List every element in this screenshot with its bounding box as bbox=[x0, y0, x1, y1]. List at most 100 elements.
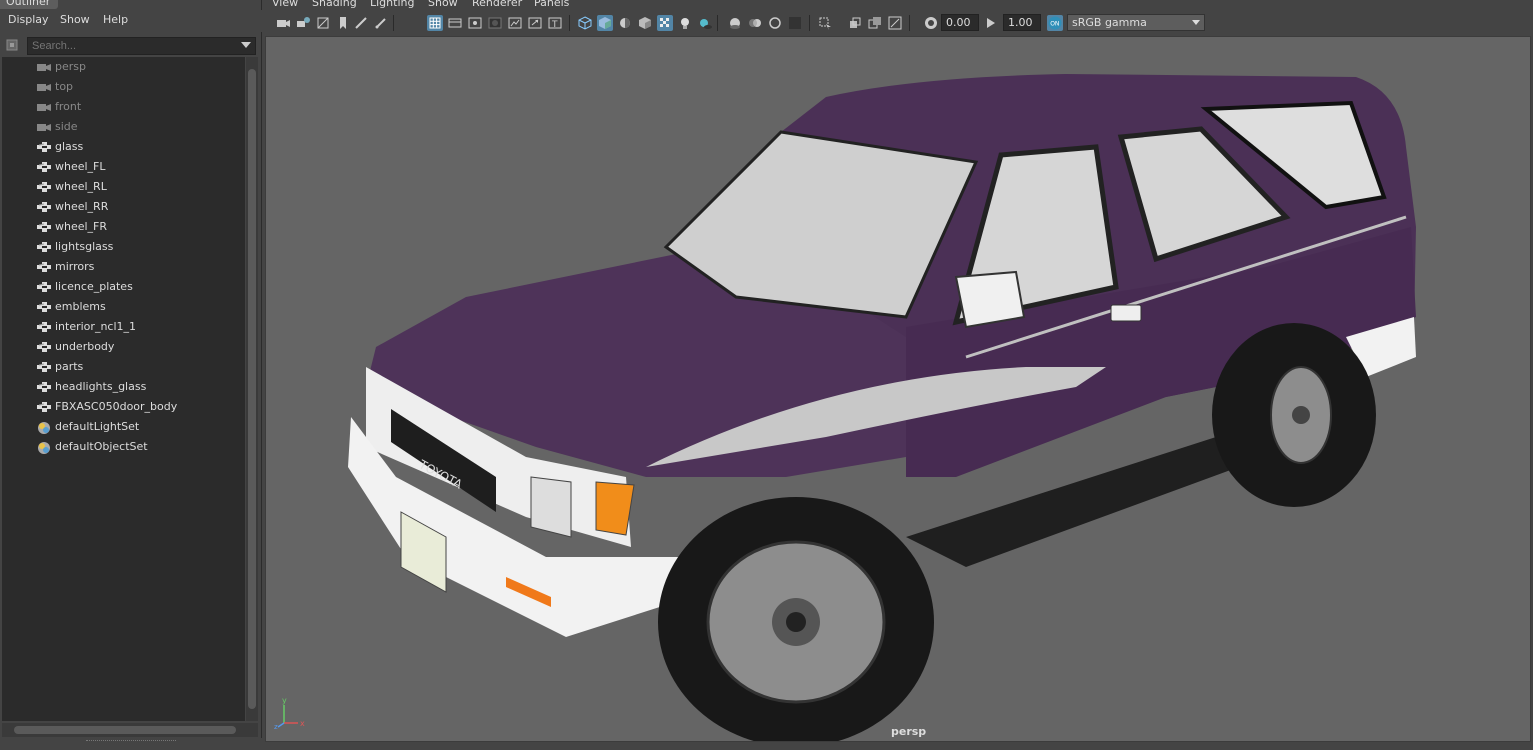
menu-show[interactable]: Show bbox=[60, 13, 90, 26]
outliner-item-label: side bbox=[55, 120, 78, 133]
outliner-search-row bbox=[0, 35, 262, 57]
safe-action-icon[interactable] bbox=[527, 15, 543, 31]
scrollbar-thumb[interactable] bbox=[248, 69, 256, 709]
select-camera-icon[interactable] bbox=[275, 15, 291, 31]
outliner-item[interactable]: defaultLightSet bbox=[2, 417, 245, 437]
outliner-item-label: FBXASC050door_body bbox=[55, 400, 178, 413]
outliner-item[interactable]: glass bbox=[2, 137, 245, 157]
chevron-down-icon[interactable] bbox=[1189, 16, 1203, 29]
gamma-icon[interactable] bbox=[983, 15, 999, 31]
film-gate-icon[interactable] bbox=[447, 15, 463, 31]
menu-display[interactable]: Display bbox=[8, 13, 49, 26]
outliner-item[interactable]: interior_ncl1_1 bbox=[2, 317, 245, 337]
outliner-item[interactable]: underbody bbox=[2, 337, 245, 357]
edit-pencil-icon[interactable] bbox=[373, 15, 389, 31]
menu-view[interactable]: View bbox=[272, 0, 298, 9]
outliner-item[interactable]: wheel_RL bbox=[2, 177, 245, 197]
toolbar-separator bbox=[809, 15, 810, 31]
outliner-tree: persp top front side glass wheel_FL wheel_RL wh… bbox=[2, 57, 245, 721]
menu-lighting[interactable]: Lighting bbox=[370, 0, 414, 9]
menu-help[interactable]: Help bbox=[103, 13, 128, 26]
outliner-item[interactable]: mirrors bbox=[2, 257, 245, 277]
filter-icon[interactable] bbox=[4, 37, 20, 53]
grid-icon[interactable] bbox=[427, 15, 443, 31]
outliner-item-label: glass bbox=[55, 140, 84, 153]
svg-text:T: T bbox=[551, 20, 558, 30]
camera-attributes-icon[interactable] bbox=[295, 15, 311, 31]
outliner-item[interactable]: top bbox=[2, 77, 245, 97]
outliner-tab-label: Outliner bbox=[6, 0, 51, 8]
resolution-gate-icon[interactable] bbox=[467, 15, 483, 31]
isolate-select-icon[interactable] bbox=[817, 15, 833, 31]
transform-group-icon bbox=[36, 141, 52, 153]
outliner-panel: Outliner Display Show Help persp top front… bbox=[0, 0, 262, 750]
scrollbar-thumb[interactable] bbox=[14, 726, 236, 734]
outliner-item[interactable]: headlights_glass bbox=[2, 377, 245, 397]
exposure-field[interactable]: 0.00 bbox=[941, 14, 979, 31]
grip-handle[interactable] bbox=[86, 740, 176, 743]
default-material-icon[interactable] bbox=[617, 15, 633, 31]
outliner-item[interactable]: wheel_FL bbox=[2, 157, 245, 177]
outliner-item-label: headlights_glass bbox=[55, 380, 147, 393]
3d-viewport[interactable]: TOYOTA y x z persp bbox=[265, 36, 1531, 742]
outliner-item[interactable]: emblems bbox=[2, 297, 245, 317]
color-space-dropdown[interactable]: sRGB gamma bbox=[1067, 14, 1205, 31]
outliner-item[interactable]: FBXASC050door_body bbox=[2, 397, 245, 417]
depth-of-field-icon[interactable] bbox=[787, 15, 803, 31]
exposure-icon[interactable] bbox=[923, 15, 939, 31]
field-chart-icon[interactable] bbox=[507, 15, 523, 31]
outliner-item[interactable]: parts bbox=[2, 357, 245, 377]
transform-group-icon bbox=[36, 321, 52, 333]
transform-group-icon bbox=[36, 261, 52, 273]
xray-active-icon[interactable] bbox=[867, 15, 883, 31]
outliner-item-label: front bbox=[55, 100, 82, 113]
menu-shading[interactable]: Shading bbox=[312, 0, 357, 9]
outliner-item[interactable]: side bbox=[2, 117, 245, 137]
outliner-item[interactable]: persp bbox=[2, 57, 245, 77]
use-all-lights-icon[interactable] bbox=[677, 15, 693, 31]
outliner-tab[interactable]: Outliner bbox=[0, 0, 58, 9]
transform-group-icon bbox=[36, 341, 52, 353]
camera-icon bbox=[36, 81, 52, 93]
shadows-icon[interactable] bbox=[697, 15, 713, 31]
outliner-vertical-scrollbar[interactable] bbox=[246, 57, 258, 721]
outliner-horizontal-scrollbar[interactable] bbox=[2, 723, 258, 737]
image-plane-icon[interactable] bbox=[315, 15, 331, 31]
frame-selection-icon[interactable] bbox=[887, 15, 903, 31]
outliner-menubar: Display Show Help bbox=[0, 10, 262, 32]
grease-pencil-icon[interactable] bbox=[353, 15, 369, 31]
toolbar-separator bbox=[393, 15, 394, 31]
transform-group-icon bbox=[36, 281, 52, 293]
viewport-toolbar: T 0.00 1.00 ON sRGB gamma bbox=[263, 11, 1533, 35]
panel-resize-bar[interactable] bbox=[0, 738, 262, 750]
color-management-icon[interactable]: ON bbox=[1047, 15, 1063, 31]
camera-icon bbox=[36, 101, 52, 113]
bookmark-icon[interactable] bbox=[335, 15, 351, 31]
transform-group-icon bbox=[36, 201, 52, 213]
outliner-item[interactable]: licence_plates bbox=[2, 277, 245, 297]
menu-show[interactable]: Show bbox=[428, 0, 458, 9]
ambient-occlusion-icon[interactable] bbox=[727, 15, 743, 31]
viewport-menubar: View Shading Lighting Show Renderer Pane… bbox=[263, 0, 1533, 11]
gate-mask-icon[interactable] bbox=[487, 15, 503, 31]
outliner-item[interactable]: lightsglass bbox=[2, 237, 245, 257]
motion-blur-icon[interactable] bbox=[747, 15, 763, 31]
menu-panels[interactable]: Panels bbox=[534, 0, 569, 9]
xray-joints-icon[interactable] bbox=[847, 15, 863, 31]
textured-icon[interactable] bbox=[637, 15, 653, 31]
gamma-field[interactable]: 1.00 bbox=[1003, 14, 1041, 31]
menu-renderer[interactable]: Renderer bbox=[472, 0, 522, 9]
outliner-item[interactable]: front bbox=[2, 97, 245, 117]
safe-title-icon[interactable]: T bbox=[547, 15, 563, 31]
xray-icon[interactable] bbox=[657, 15, 673, 31]
search-input[interactable] bbox=[27, 37, 256, 55]
outliner-item[interactable]: defaultObjectSet bbox=[2, 437, 245, 457]
anti-aliasing-icon[interactable] bbox=[767, 15, 783, 31]
outliner-item[interactable]: wheel_RR bbox=[2, 197, 245, 217]
wireframe-icon[interactable] bbox=[577, 15, 593, 31]
toolbar-separator bbox=[909, 15, 910, 31]
search-dropdown-icon[interactable] bbox=[240, 39, 252, 51]
outliner-item-label: parts bbox=[55, 360, 84, 373]
outliner-item[interactable]: wheel_FR bbox=[2, 217, 245, 237]
smooth-shade-icon[interactable] bbox=[597, 15, 613, 31]
